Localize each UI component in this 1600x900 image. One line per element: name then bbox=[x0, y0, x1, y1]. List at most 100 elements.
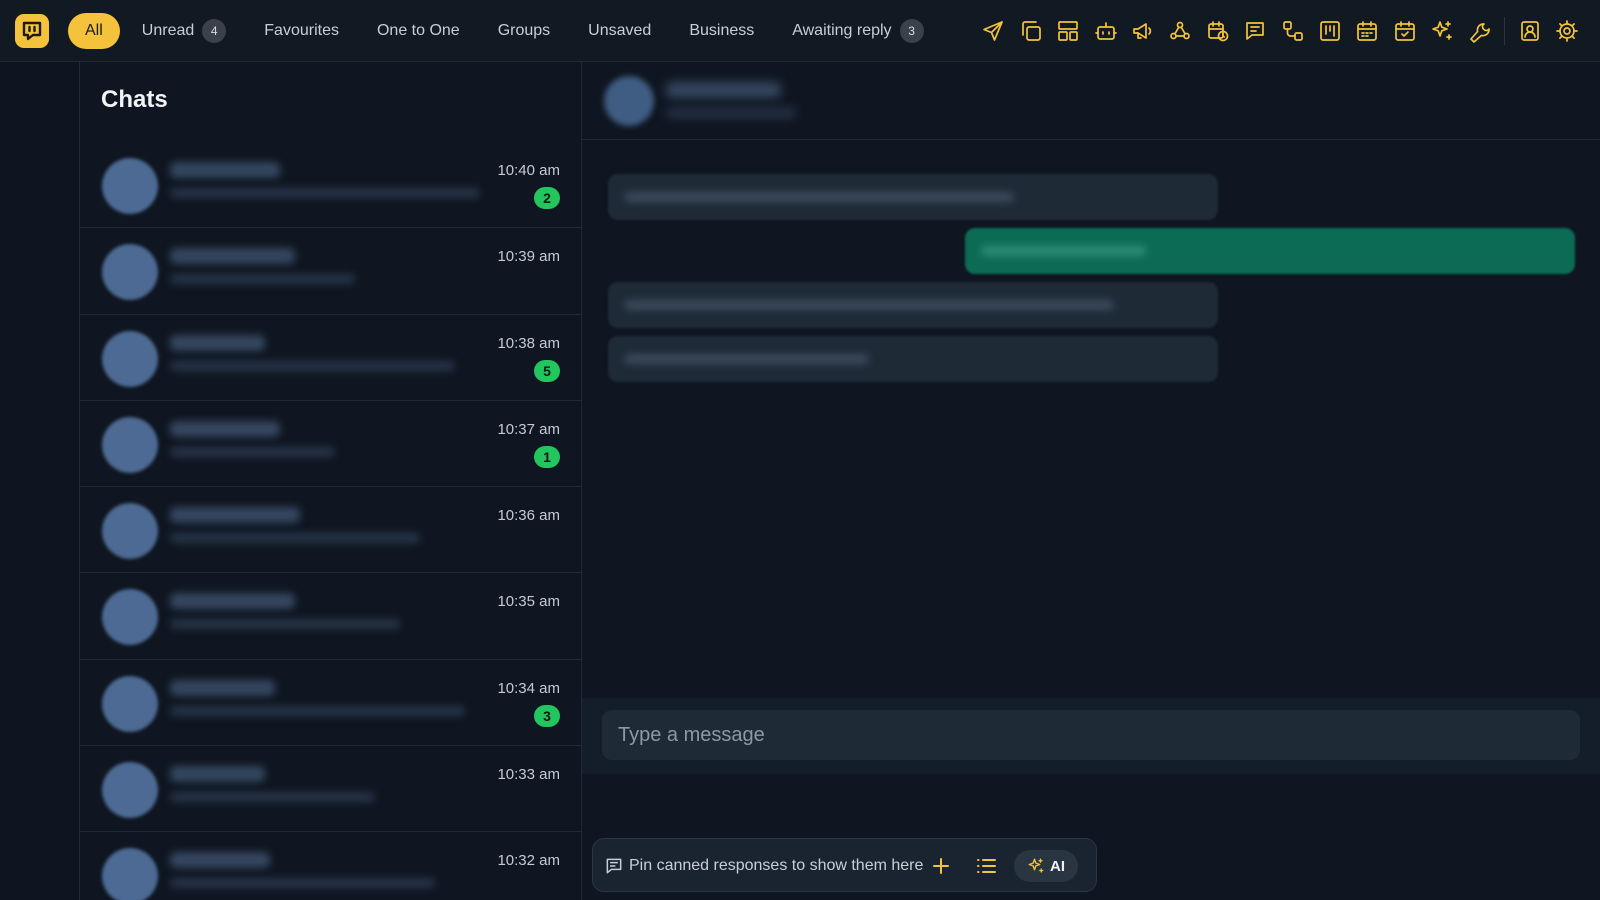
tab-label: Unsaved bbox=[588, 22, 652, 39]
message-bubble-outgoing bbox=[965, 228, 1575, 274]
tab-unsaved[interactable]: Unsaved bbox=[570, 13, 669, 49]
chat-preview-redacted bbox=[170, 274, 355, 285]
chat-list-item[interactable]: 10:34 am 3 bbox=[80, 660, 581, 747]
settings-icon[interactable] bbox=[1549, 14, 1586, 48]
schedule-icon[interactable] bbox=[1199, 14, 1236, 48]
message-bubble-incoming bbox=[608, 336, 1218, 382]
chat-preview-redacted bbox=[170, 533, 420, 544]
tab-one-to-one[interactable]: One to One bbox=[359, 13, 478, 49]
chat-list: 10:40 am 2 10:39 am 10:38 am 5 10:37 am … bbox=[80, 142, 581, 900]
compose-bar bbox=[582, 698, 1600, 774]
chat-time: 10:40 am bbox=[497, 162, 560, 179]
bot-icon[interactable] bbox=[1087, 14, 1124, 48]
toolbar bbox=[975, 14, 1586, 48]
avatar bbox=[102, 244, 158, 301]
avatar bbox=[102, 762, 158, 819]
chat-time: 10:37 am bbox=[497, 420, 560, 438]
chat-preview-redacted bbox=[170, 619, 400, 630]
chat-preview-redacted bbox=[170, 360, 455, 371]
kanban-icon[interactable] bbox=[1311, 14, 1348, 48]
chat-preview-redacted bbox=[170, 792, 375, 803]
chat-list-item[interactable]: 10:39 am bbox=[80, 228, 581, 315]
left-rail bbox=[0, 62, 80, 900]
calendar-icon[interactable] bbox=[1349, 14, 1386, 48]
list-icon[interactable] bbox=[974, 854, 998, 878]
avatar[interactable] bbox=[604, 76, 654, 126]
top-bar: All Unread 4 Favourites One to One Group… bbox=[0, 0, 1600, 62]
chat-time: 10:39 am bbox=[497, 248, 560, 266]
chats-title: Chats bbox=[101, 86, 168, 113]
canned-responses-bar: Pin canned responses to show them here A… bbox=[592, 838, 1097, 892]
copy-icon[interactable] bbox=[1012, 14, 1049, 48]
avatar bbox=[102, 158, 158, 214]
chat-preview-redacted bbox=[170, 705, 465, 716]
chat-preview-redacted bbox=[170, 188, 480, 198]
unread-badge: 1 bbox=[534, 445, 560, 468]
chat-bubble-logo-icon[interactable] bbox=[15, 14, 49, 48]
chat-list-item[interactable]: 10:35 am bbox=[80, 573, 581, 660]
tab-label: Awaiting reply bbox=[792, 22, 892, 39]
chat-list-item[interactable]: 10:40 am 2 bbox=[80, 142, 581, 229]
sparkles-icon[interactable] bbox=[1423, 14, 1460, 48]
calendar-check-icon[interactable] bbox=[1386, 14, 1423, 48]
tab-label: Groups bbox=[497, 22, 551, 39]
chat-name-redacted bbox=[170, 593, 295, 610]
tab-business[interactable]: Business bbox=[671, 13, 772, 49]
wrench-icon[interactable] bbox=[1461, 14, 1498, 48]
chat-time: 10:38 am bbox=[497, 334, 560, 352]
message-square-icon bbox=[604, 856, 624, 876]
chat-list-item[interactable]: 10:33 am bbox=[80, 746, 581, 833]
chat-time: 10:33 am bbox=[497, 766, 560, 784]
chat-time: 10:35 am bbox=[497, 593, 560, 611]
chat-name-redacted bbox=[170, 766, 265, 783]
awaiting-count-badge: 3 bbox=[899, 19, 924, 43]
avatar bbox=[102, 330, 158, 387]
tab-awaiting-reply[interactable]: Awaiting reply 3 bbox=[774, 13, 941, 49]
avatar bbox=[102, 503, 158, 560]
tab-groups[interactable]: Groups bbox=[480, 13, 568, 49]
toolbar-divider bbox=[1504, 17, 1506, 45]
contact-name-redacted bbox=[666, 82, 781, 98]
chat-time: 10:36 am bbox=[497, 507, 560, 525]
message-square-icon[interactable] bbox=[1236, 14, 1273, 48]
workflow-icon[interactable] bbox=[1274, 14, 1311, 48]
tab-all[interactable]: All bbox=[68, 13, 120, 49]
tab-favourites[interactable]: Favourites bbox=[246, 13, 357, 49]
plus-icon[interactable] bbox=[929, 854, 953, 878]
tab-label: All bbox=[85, 22, 103, 39]
webhook-icon[interactable] bbox=[1162, 14, 1199, 48]
layout-icon[interactable] bbox=[1050, 14, 1087, 48]
unread-badge: 2 bbox=[534, 187, 560, 209]
chat-list-item[interactable]: 10:37 am 1 bbox=[80, 401, 581, 488]
chat-name-redacted bbox=[170, 420, 280, 437]
conversation-panel: Pin canned responses to show them here A… bbox=[582, 62, 1600, 900]
send-icon[interactable] bbox=[975, 14, 1012, 48]
chat-name-redacted bbox=[170, 248, 295, 265]
message-input[interactable] bbox=[602, 710, 1580, 760]
chat-preview-redacted bbox=[170, 446, 335, 457]
chat-list-item[interactable]: 10:32 am bbox=[80, 832, 581, 900]
unread-count-badge: 4 bbox=[202, 19, 227, 43]
ai-button[interactable]: AI bbox=[1014, 850, 1078, 882]
chat-list-item[interactable]: 10:36 am bbox=[80, 487, 581, 574]
ai-label: AI bbox=[1050, 857, 1065, 875]
avatar bbox=[102, 848, 158, 900]
chat-list-item[interactable]: 10:38 am 5 bbox=[80, 315, 581, 401]
chat-time: 10:32 am bbox=[497, 852, 560, 870]
unread-badge: 5 bbox=[534, 359, 560, 382]
chat-time: 10:34 am bbox=[497, 679, 560, 697]
avatar bbox=[102, 589, 158, 646]
canned-responses-hint: Pin canned responses to show them here bbox=[629, 857, 924, 874]
message-bubble-incoming bbox=[608, 282, 1218, 328]
megaphone-icon[interactable] bbox=[1124, 14, 1161, 48]
chat-name-redacted bbox=[170, 334, 265, 351]
tab-label: Business bbox=[689, 22, 755, 39]
message-bubble-incoming bbox=[608, 174, 1218, 220]
message-text-redacted bbox=[624, 354, 869, 364]
tab-label: Favourites bbox=[264, 22, 339, 39]
sparkles-icon bbox=[1028, 858, 1044, 873]
contact-icon[interactable] bbox=[1511, 14, 1548, 48]
avatar bbox=[102, 416, 158, 473]
tab-unread[interactable]: Unread 4 bbox=[124, 13, 244, 49]
contact-subtitle-redacted bbox=[666, 108, 796, 118]
